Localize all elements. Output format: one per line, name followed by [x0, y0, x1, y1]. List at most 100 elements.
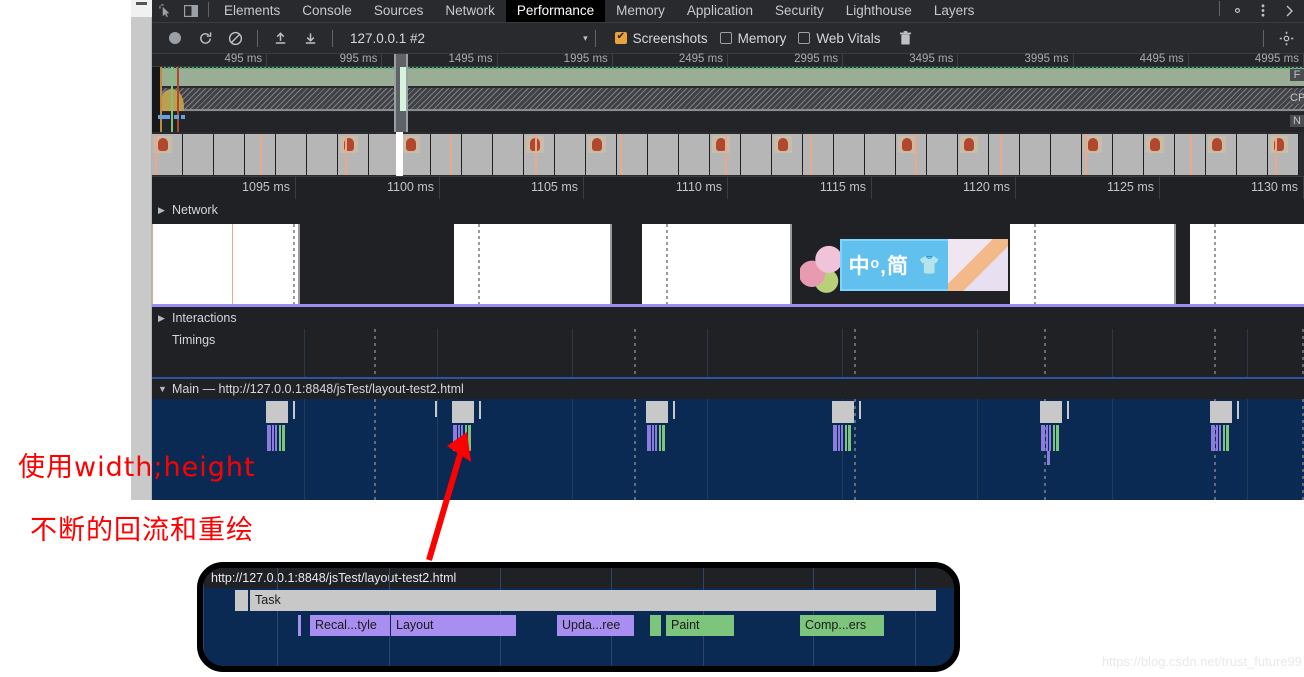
screenshots-checkbox[interactable]: Screenshots [614, 31, 708, 46]
tab-network[interactable]: Network [434, 0, 506, 22]
scrollbar-thumb-cap[interactable] [136, 2, 147, 5]
filmstrip-frame[interactable] [958, 134, 989, 175]
filmstrip-frame[interactable] [1175, 134, 1206, 175]
filmstrip-frame[interactable] [214, 134, 245, 175]
overview-selection-window[interactable] [394, 54, 408, 132]
filmstrip-frame[interactable] [896, 134, 927, 175]
filmstrip-frame[interactable] [555, 134, 586, 175]
tab-layers[interactable]: Layers [923, 0, 986, 22]
filmstrip-frame[interactable] [865, 134, 896, 175]
filmstrip-frame[interactable] [307, 134, 338, 175]
gear-icon[interactable] [1271, 25, 1301, 51]
callout-bar-update-layer-tree[interactable]: Upda...ree [557, 615, 634, 636]
filmstrip-frame[interactable] [431, 134, 462, 175]
filmstrip-frame[interactable] [152, 134, 183, 175]
frames-track[interactable]: 中ᵒ‚简 👕 [152, 221, 1304, 307]
callout-bar-task[interactable]: Task [250, 590, 936, 611]
callout-bar-recalculate-style[interactable]: Recal...tyle [310, 615, 390, 636]
flame-bar-paint[interactable] [282, 425, 285, 451]
track-header-interactions[interactable]: Interactions [152, 307, 1304, 329]
flame-bar-paint[interactable] [848, 425, 851, 451]
tab-elements[interactable]: Elements [213, 0, 291, 22]
page-scrollbar[interactable] [131, 0, 152, 500]
tab-memory[interactable]: Memory [605, 0, 676, 22]
clear-icon[interactable] [220, 25, 250, 51]
callout-bar-paint[interactable]: Paint [666, 615, 734, 636]
device-toolbar-icon[interactable] [178, 0, 204, 22]
flame-bar-paint[interactable] [845, 425, 847, 451]
callout-bar-layout[interactable]: Layout [391, 615, 516, 636]
filmstrip-frame[interactable] [1113, 134, 1144, 175]
filmstrip-frame[interactable] [1206, 134, 1237, 175]
download-profile-icon[interactable] [295, 25, 325, 51]
filmstrip-frame[interactable] [648, 134, 679, 175]
session-selector[interactable]: 127.0.0.1 #2 ▾ [340, 27, 588, 49]
gear-icon[interactable] [1224, 0, 1250, 22]
flame-bar-task[interactable] [646, 401, 668, 423]
flame-bar-paint[interactable] [1056, 425, 1059, 451]
filmstrip-frame[interactable] [710, 134, 741, 175]
filmstrip-frame[interactable] [524, 134, 555, 175]
flame-bar-layout[interactable] [1049, 425, 1051, 451]
filmstrip-frame[interactable] [927, 134, 958, 175]
chevron-right-icon[interactable] [1276, 0, 1302, 22]
flame-bar-layout[interactable] [267, 425, 271, 451]
flame-bar-layout[interactable] [833, 425, 837, 451]
overview-graphs[interactable]: F CP N [152, 54, 1304, 132]
flame-bar-layout[interactable] [652, 425, 654, 451]
flame-bar-layout[interactable] [647, 425, 651, 451]
tab-application[interactable]: Application [676, 0, 764, 22]
filmstrip-frame[interactable] [1237, 134, 1268, 175]
tab-lighthouse[interactable]: Lighthouse [835, 0, 923, 22]
filmstrip-frame[interactable] [989, 134, 1020, 175]
filmstrip-frame[interactable] [245, 134, 276, 175]
flame-bar-task[interactable] [452, 401, 474, 423]
flame-bar-layout[interactable] [1041, 425, 1045, 451]
flame-bar-task[interactable] [266, 401, 288, 423]
tab-console[interactable]: Console [291, 0, 363, 22]
filmstrip-frame[interactable] [772, 134, 803, 175]
filmstrip[interactable] [152, 132, 1304, 177]
webvitals-checkbox[interactable]: Web Vitals [798, 31, 880, 46]
flame-bar-paint[interactable] [662, 425, 665, 451]
flame-bar-layout[interactable] [655, 425, 657, 451]
more-vertical-icon[interactable] [1250, 0, 1276, 22]
filmstrip-frame[interactable] [1268, 134, 1299, 175]
flame-bar-paint[interactable] [1226, 425, 1229, 451]
flame-bar-layout[interactable] [1046, 425, 1048, 451]
flame-bar-task[interactable] [832, 401, 854, 423]
inspect-icon[interactable] [152, 0, 178, 22]
flame-bar-paint[interactable] [1053, 425, 1055, 451]
flame-bar-layout[interactable] [1219, 425, 1221, 451]
track-header-network[interactable]: Network [152, 199, 1304, 221]
filmstrip-frame[interactable] [679, 134, 710, 175]
flame-bar-task[interactable] [1210, 401, 1232, 423]
flame-bar-layout[interactable] [1211, 425, 1215, 451]
callout-bar-composite-layers[interactable]: Comp...ers [800, 615, 884, 636]
flame-bar-layout[interactable] [275, 425, 277, 451]
memory-checkbox[interactable]: Memory [719, 31, 786, 46]
tab-performance[interactable]: Performance [505, 0, 606, 22]
filmstrip-frame[interactable] [834, 134, 865, 175]
filmstrip-frame[interactable] [1082, 134, 1113, 175]
filmstrip-frame[interactable] [400, 134, 431, 175]
upload-profile-icon[interactable] [265, 25, 295, 51]
frame-thumbnail[interactable] [152, 224, 300, 304]
filmstrip-frame[interactable] [617, 134, 648, 175]
frame-thumbnail[interactable] [1190, 224, 1304, 304]
reload-record-icon[interactable] [190, 25, 220, 51]
filmstrip-frame[interactable] [276, 134, 307, 175]
flame-bar-layout[interactable] [1216, 425, 1218, 451]
frame-thumbnail[interactable] [642, 224, 792, 304]
flame-bar-layout[interactable] [838, 425, 840, 451]
filmstrip-frame[interactable] [586, 134, 617, 175]
track-header-main[interactable]: Main — http://127.0.0.1:8848/jsTest/layo… [152, 377, 1304, 399]
tab-security[interactable]: Security [764, 0, 835, 22]
frame-thumbnail[interactable] [454, 224, 612, 304]
filmstrip-frame[interactable] [462, 134, 493, 175]
filmstrip-frame[interactable] [803, 134, 834, 175]
filmstrip-playhead[interactable] [396, 132, 403, 176]
flame-bar-paint[interactable] [1223, 425, 1225, 451]
record-icon[interactable] [160, 25, 190, 51]
timings-track[interactable]: Timings [152, 329, 1304, 377]
